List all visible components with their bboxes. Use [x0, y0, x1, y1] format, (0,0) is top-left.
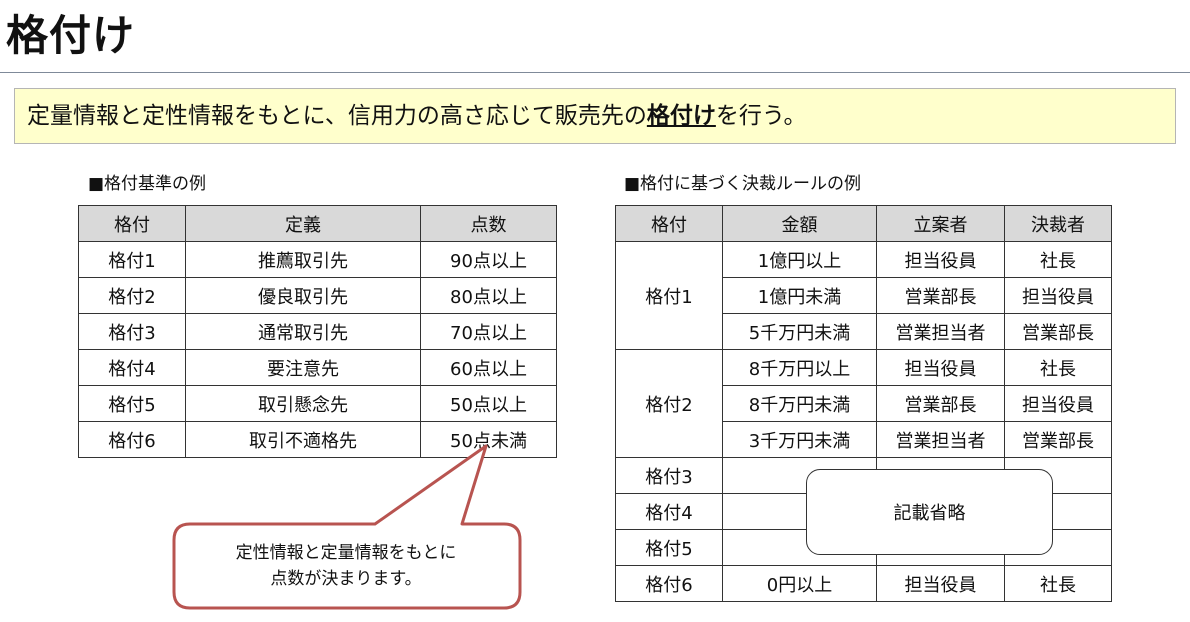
- callout-bubble: [172, 444, 522, 610]
- callout-line: 定性情報と定量情報をもとに: [235, 543, 457, 563]
- callout-line: 点数が決まります。: [270, 569, 422, 589]
- callout-text: 定性情報と定量情報をもとに 点数が決まります。: [176, 540, 516, 592]
